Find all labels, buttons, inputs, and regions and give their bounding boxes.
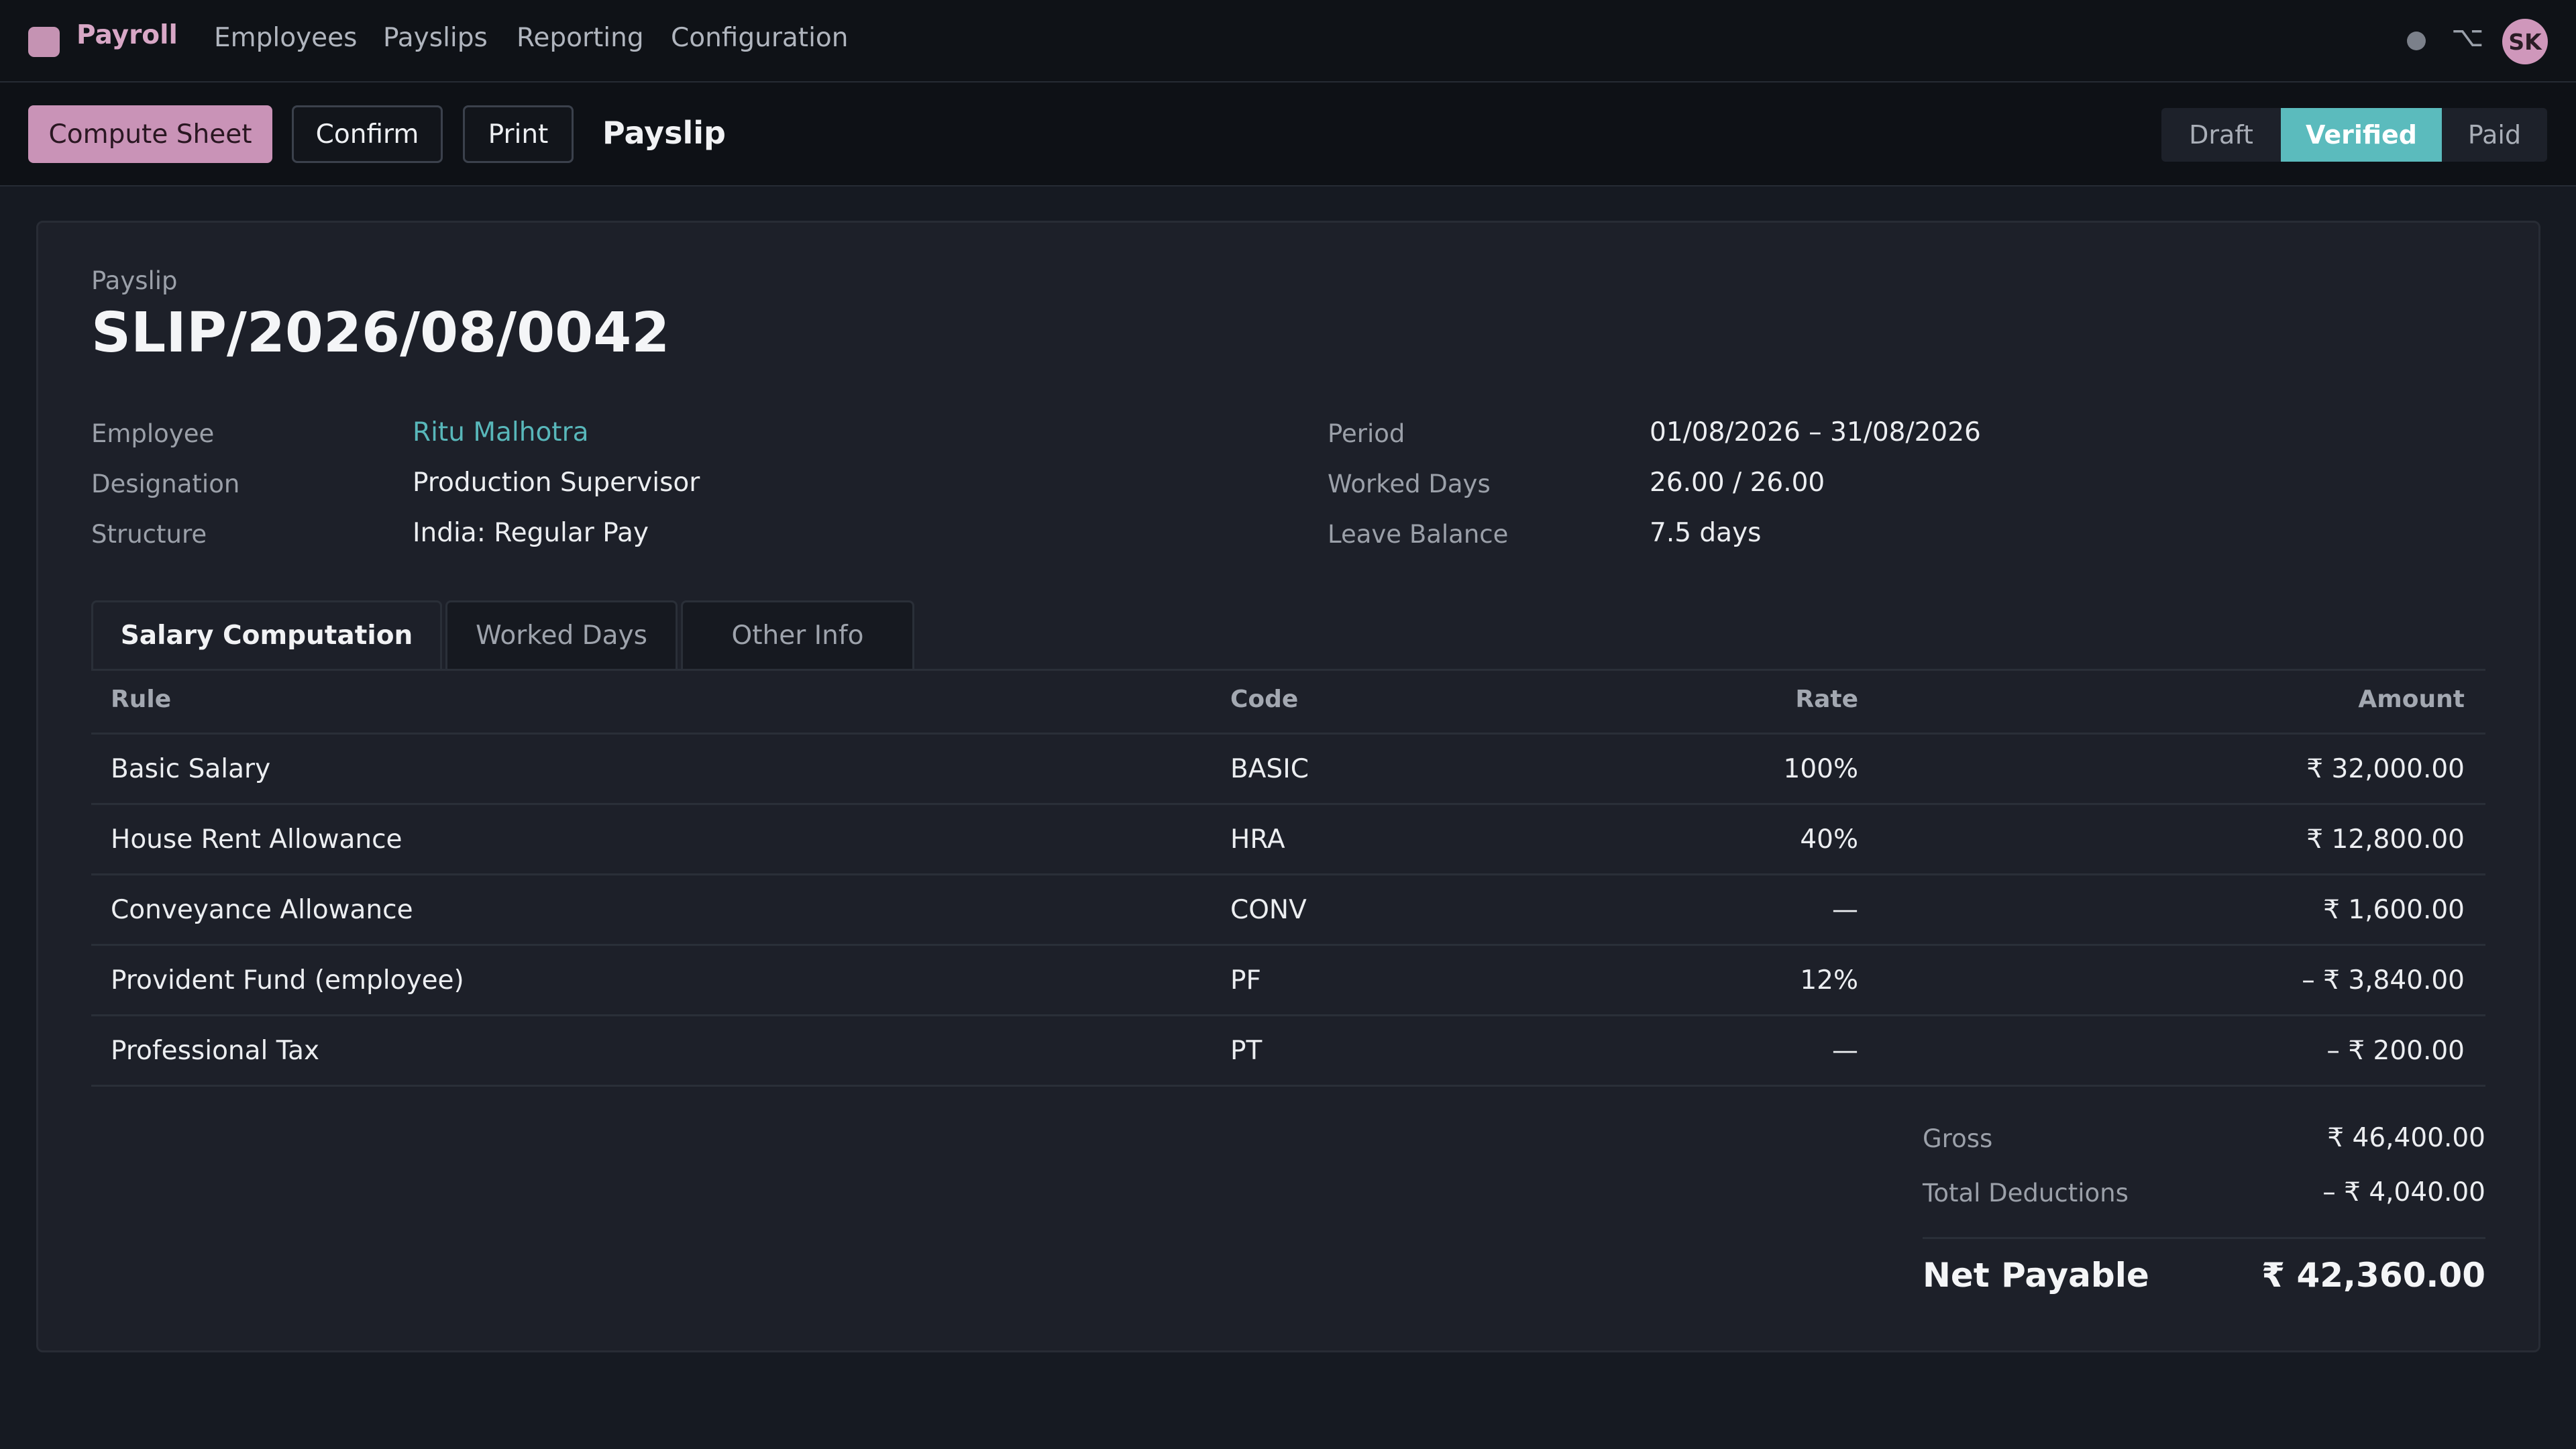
worked-days-label: Worked Days	[1328, 470, 1491, 498]
table-cell-amount: ₹ 12,800.00	[2306, 824, 2465, 855]
status-verified[interactable]: Verified	[2281, 108, 2442, 162]
table-cell-amount: – ₹ 3,840.00	[2302, 965, 2465, 996]
table-cell-code: PT	[1230, 1036, 1263, 1066]
table-cell-rule: Basic Salary	[111, 754, 271, 784]
payslip-number: SLIP/2026/08/0042	[91, 301, 670, 365]
print-button[interactable]: Print	[463, 105, 574, 163]
nav-payslips[interactable]: Payslips	[383, 23, 488, 53]
gross-value: ₹ 46,400.00	[2327, 1123, 2485, 1153]
action-bar: Compute Sheet Confirm Print Payslip Draf…	[0, 83, 2576, 186]
table-cell-rate: —	[1832, 895, 1858, 925]
table-cell-rate: 12%	[1800, 965, 1858, 996]
total-deductions-label: Total Deductions	[1923, 1179, 2129, 1208]
page-title: Payslip	[602, 115, 726, 151]
summary-divider	[1923, 1237, 2485, 1239]
table-cell-amount: – ₹ 200.00	[2326, 1036, 2465, 1066]
table-cell-code: BASIC	[1230, 754, 1309, 784]
confirm-button[interactable]: Confirm	[292, 105, 443, 163]
table-row-divider	[91, 873, 2485, 875]
tab-worked-days[interactable]: Worked Days	[445, 600, 678, 669]
total-deductions-value: – ₹ 4,040.00	[2322, 1177, 2485, 1208]
nav-reporting[interactable]: Reporting	[517, 23, 644, 53]
tab-other-info[interactable]: Other Info	[681, 600, 914, 669]
table-cell-amount: ₹ 1,600.00	[2323, 895, 2465, 925]
compute-sheet-button[interactable]: Compute Sheet	[28, 105, 272, 163]
table-cell-rate: —	[1832, 1036, 1858, 1066]
column-header-amount[interactable]: Amount	[2358, 686, 2465, 713]
tabs-divider	[91, 669, 2485, 671]
column-header-rate[interactable]: Rate	[1795, 686, 1858, 713]
switch-icon[interactable]: ⌥	[2451, 20, 2483, 53]
net-payable-value: ₹ 42,360.00	[2261, 1256, 2485, 1295]
gross-label: Gross	[1923, 1124, 1993, 1153]
table-header-divider	[91, 733, 2485, 735]
employee-link[interactable]: Ritu Malhotra	[413, 417, 589, 447]
period-value: 01/08/2026 – 31/08/2026	[1650, 417, 1981, 447]
period-label: Period	[1328, 419, 1405, 448]
avatar[interactable]: SK	[2502, 19, 2548, 64]
worked-days-value: 26.00 / 26.00	[1650, 468, 1825, 498]
table-row-divider	[91, 803, 2485, 805]
designation-label: Designation	[91, 470, 240, 498]
nav-configuration[interactable]: Configuration	[671, 23, 849, 53]
table-row-divider	[91, 1014, 2485, 1016]
tab-salary-computation[interactable]: Salary Computation	[91, 600, 442, 669]
table-cell-amount: ₹ 32,000.00	[2306, 754, 2465, 784]
nav-employees[interactable]: Employees	[214, 23, 357, 53]
payslip-card: Payslip SLIP/2026/08/0042 Employee Ritu …	[36, 221, 2540, 1352]
status-paid[interactable]: Paid	[2442, 108, 2547, 162]
table-cell-rule: Provident Fund (employee)	[111, 965, 464, 996]
column-header-code[interactable]: Code	[1230, 686, 1298, 713]
status-dot-icon[interactable]	[2407, 32, 2426, 50]
table-cell-rule: Professional Tax	[111, 1036, 320, 1066]
net-payable-label: Net Payable	[1923, 1256, 2149, 1295]
table-row-divider	[91, 944, 2485, 946]
leave-balance-value: 7.5 days	[1650, 518, 1762, 548]
table-cell-code: PF	[1230, 965, 1261, 996]
table-cell-rule: House Rent Allowance	[111, 824, 402, 855]
table-cell-rate: 40%	[1800, 824, 1858, 855]
top-navbar: Payroll Employees Payslips Reporting Con…	[0, 0, 2576, 83]
status-draft[interactable]: Draft	[2161, 108, 2281, 162]
leave-balance-label: Leave Balance	[1328, 520, 1509, 549]
structure-value: India: Regular Pay	[413, 518, 649, 548]
column-header-rule[interactable]: Rule	[111, 686, 171, 713]
record-type-label: Payslip	[91, 266, 178, 295]
table-cell-rule: Conveyance Allowance	[111, 895, 413, 925]
table-cell-rate: 100%	[1783, 754, 1859, 784]
app-logo-icon[interactable]	[28, 27, 60, 57]
table-cell-code: CONV	[1230, 895, 1307, 925]
app-name[interactable]: Payroll	[76, 20, 178, 50]
employee-label: Employee	[91, 419, 215, 448]
designation-value: Production Supervisor	[413, 468, 700, 498]
table-cell-code: HRA	[1230, 824, 1285, 855]
structure-label: Structure	[91, 520, 207, 549]
table-row-divider	[91, 1085, 2485, 1087]
